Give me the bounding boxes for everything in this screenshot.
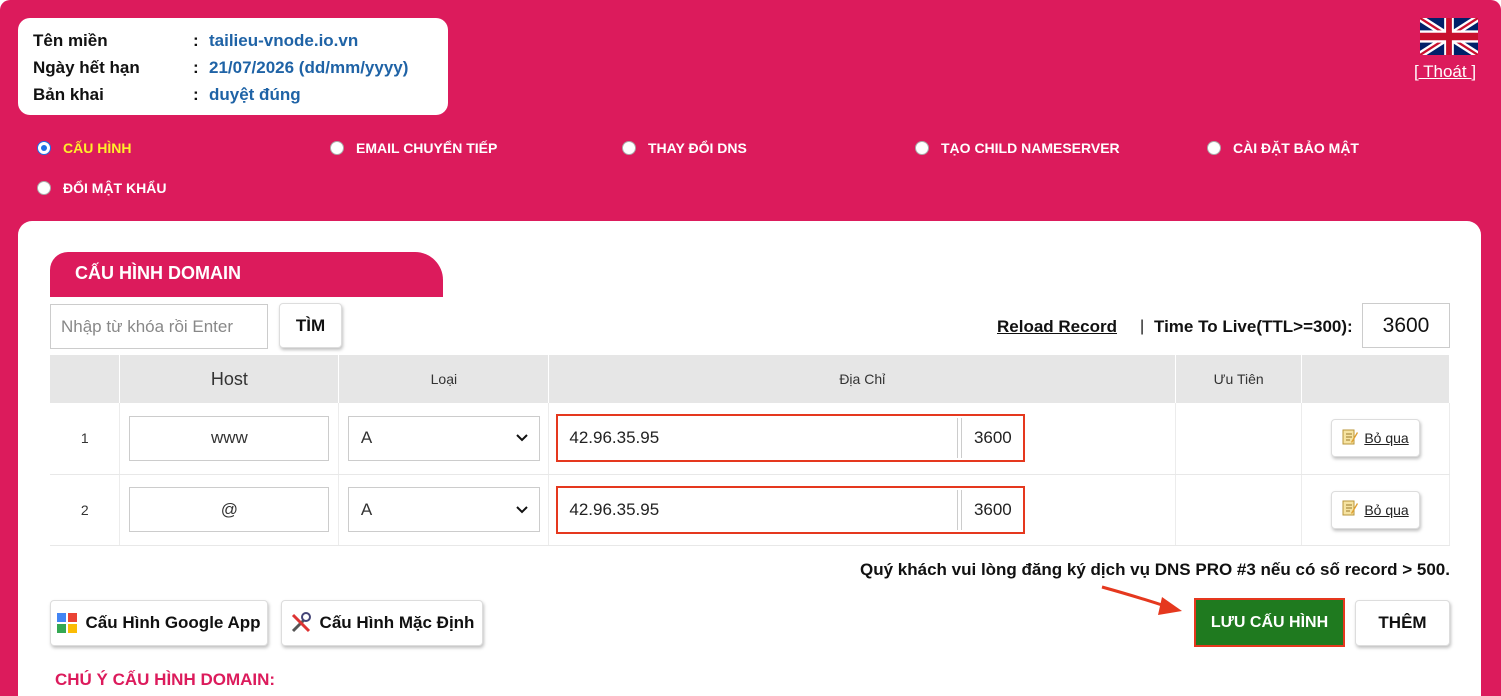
domain-info-card: Tên miền : tailieu-vnode.io.vn Ngày hết … [18,18,448,115]
chevron-down-icon [515,500,529,520]
info-label: Bản khai [33,84,104,104]
page-frame: Tên miền : tailieu-vnode.io.vn Ngày hết … [0,0,1501,696]
address-highlight: 3600 [556,414,1026,463]
config-panel: CẤU HÌNH DOMAIN TÌM Reload Record | Time… [18,221,1481,696]
reload-record-link[interactable]: Reload Record [997,317,1117,337]
tab-label: EMAIL CHUYỂN TIẾP [356,140,498,156]
dns-records-table: Host Loại Địa Chỉ Ưu Tiên 1 A [50,355,1450,546]
col-address-header: Địa Chỉ [548,355,1177,403]
info-colon: : [193,57,199,77]
row-number: 2 [50,474,121,546]
skip-label: Bỏ qua [1364,501,1409,518]
default-config-label: Cấu Hình Mặc Định [319,613,475,632]
radio-icon[interactable] [37,141,51,155]
action-cell: Bỏ qua [1301,474,1450,546]
type-cell: A [338,403,550,475]
tab-config[interactable]: CẤU HÌNH [37,140,131,156]
radio-icon[interactable] [915,141,929,155]
info-value: 21/07/2026 (dd/mm/yyyy) [209,57,409,77]
skip-button[interactable]: Bỏ qua [1331,490,1421,529]
info-row-domain: Tên miền : tailieu-vnode.io.vn [33,27,448,54]
info-row-expiry: Ngày hết hạn : 21/07/2026 (dd/mm/yyyy) [33,54,448,81]
tab-label: TẠO CHILD NAMESERVER [941,140,1120,156]
tab-label: CẤU HÌNH [63,140,132,156]
address-cell: 3600 [548,474,1177,546]
info-label: Tên miền [33,30,108,50]
add-record-button[interactable]: THÊM [1355,600,1450,646]
google-apps-icon [57,613,78,633]
logout-link[interactable]: [ Thoát ] [1414,62,1476,82]
tab-label: ĐỔI MẬT KHẨU [63,180,167,196]
info-value: duyệt đúng [209,84,301,104]
table-header-row: Host Loại Địa Chỉ Ưu Tiên [50,355,1450,403]
col-no-header [50,355,121,403]
col-type-header: Loại [338,355,550,403]
tab-change-dns[interactable]: THAY ĐỔI DNS [622,140,747,156]
type-value: A [360,428,373,448]
chevron-down-icon [515,428,529,448]
edit-note-icon [1342,428,1359,449]
record-ttl[interactable]: 3600 [961,418,1023,459]
radio-icon[interactable] [1207,141,1221,155]
type-select[interactable]: A [347,415,540,461]
default-config-button[interactable]: Cấu Hình Mặc Định [281,600,483,646]
search-input[interactable] [50,304,268,349]
tab-label: CÀI ĐẶT BẢO MẬT [1233,140,1359,156]
tab-security[interactable]: CÀI ĐẶT BẢO MẬT [1207,140,1359,156]
address-input[interactable] [560,418,959,459]
tools-icon [290,612,312,634]
col-priority-header: Ưu Tiên [1175,355,1303,403]
radio-icon[interactable] [330,141,344,155]
col-action-header [1301,355,1450,403]
col-host-header: Host [119,355,340,403]
tab-change-password[interactable]: ĐỔI MẬT KHẨU [37,180,166,196]
address-highlight: 3600 [556,485,1026,534]
config-notes-title: CHÚ Ý CẤU HÌNH DOMAIN: [55,670,276,689]
type-cell: A [338,474,550,546]
ttl-input[interactable] [1362,303,1450,348]
google-app-config-button[interactable]: Cấu Hình Google App [50,600,268,646]
skip-button[interactable]: Bỏ qua [1331,419,1421,458]
table-row: 2 A [50,474,1450,546]
radio-icon[interactable] [622,141,636,155]
arrow-icon [1101,585,1182,615]
table-row: 1 A [50,403,1450,475]
radio-icon[interactable] [37,181,51,195]
priority-cell [1175,403,1303,475]
host-input[interactable] [129,487,330,532]
address-input[interactable] [560,489,959,530]
tab-child-nameserver[interactable]: TẠO CHILD NAMESERVER [915,140,1120,156]
info-row-declaration: Bản khai : duyệt đúng [33,81,448,108]
host-cell [119,403,340,475]
info-label: Ngày hết hạn [33,57,140,77]
row-number: 1 [50,403,121,475]
google-app-label: Cấu Hình Google App [85,613,261,632]
action-cell: Bỏ qua [1301,403,1450,475]
priority-cell [1175,474,1303,546]
host-input[interactable] [129,415,330,461]
type-select[interactable]: A [347,487,540,532]
type-value: A [360,499,373,519]
info-value: tailieu-vnode.io.vn [209,30,359,50]
save-config-button[interactable]: LƯU CẤU HÌNH [1194,598,1345,647]
host-cell [119,474,340,546]
separator: | [1140,318,1145,335]
skip-label: Bỏ qua [1364,430,1409,447]
info-colon: : [193,84,199,104]
uk-flag-icon[interactable] [1418,14,1480,59]
address-cell: 3600 [548,403,1177,475]
section-title: CẤU HÌNH DOMAIN [50,252,443,297]
tab-email-forward[interactable]: EMAIL CHUYỂN TIẾP [330,140,497,156]
info-colon: : [193,30,199,50]
ttl-label: Time To Live(TTL>=300): [1154,317,1353,336]
dns-pro-note: Quý khách vui lòng đăng ký dịch vụ DNS P… [860,560,1450,579]
edit-note-icon [1342,499,1359,520]
tab-label: THAY ĐỔI DNS [648,140,747,156]
search-button[interactable]: TÌM [279,303,342,348]
record-ttl[interactable]: 3600 [961,489,1023,530]
